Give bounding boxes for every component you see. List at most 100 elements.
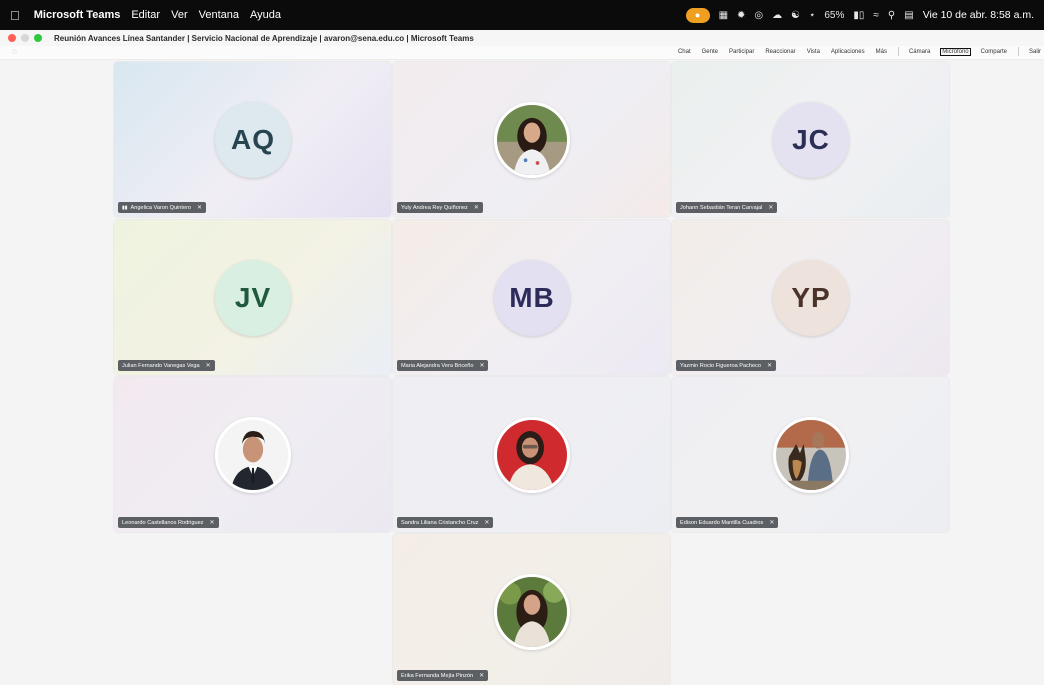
toolbar-divider — [1017, 47, 1019, 56]
man-with-dog-photo — [776, 420, 846, 490]
bluetooth-icon[interactable]: ⋆ — [809, 10, 815, 21]
participant-tile[interactable]: AQ ▮▮ Angelica Varon Quintero ✕ — [114, 62, 391, 217]
menu-ver[interactable]: Ver — [171, 9, 188, 21]
mic-off-icon: ✕ — [479, 673, 485, 679]
mic-off-icon: ✕ — [768, 205, 774, 211]
participant-name: Johann Sebastián Teran Carvajal — [680, 204, 763, 211]
airdrop-icon[interactable]: ☯ — [791, 10, 800, 21]
view-button[interactable]: Vista — [806, 48, 821, 56]
participant-name-tag: Yuly Andrea Rey Quiñonez ✕ — [397, 202, 483, 213]
mic-off-icon: ✕ — [473, 205, 479, 211]
status-area: ● ▦ ✹ ◎ ☁ ☯ ⋆ 65% ▮▯ ≈ ⚲ ▤ Vie 10 de abr… — [685, 7, 1034, 23]
participant-tile[interactable]: YP Yazmin Rocio Figueroa Pacheco ✕ — [672, 220, 949, 375]
mic-off-icon: ✕ — [209, 520, 215, 526]
microphone-in-use-icon[interactable]: ● — [685, 7, 710, 23]
leave-button[interactable]: Salir — [1028, 48, 1042, 56]
participant-tile[interactable]: Yuly Andrea Rey Quiñonez ✕ — [393, 62, 670, 217]
macos-menubar:  Microsoft Teams Editar Ver Ventana Ayu… — [0, 0, 1044, 30]
participant-name: Maria Alejandra Vera Briceño — [401, 362, 474, 369]
participant-name: Julian Fernando Vanegas Vega — [122, 362, 200, 369]
mic-off-icon: ✕ — [769, 520, 775, 526]
cloud-icon[interactable]: ☁ — [772, 10, 782, 21]
window-title: Reunión Avances Línea Santander | Servic… — [54, 33, 474, 43]
camera-button[interactable]: Cámara — [908, 48, 931, 56]
participant-name-tag: Yazmin Rocio Figueroa Pacheco ✕ — [676, 360, 777, 371]
window-controls — [8, 34, 42, 42]
participant-name: Edison Eduardo Mantilla Cuadros — [680, 519, 764, 526]
participant-name-tag: Julian Fernando Vanegas Vega ✕ — [118, 360, 215, 371]
apps-button[interactable]: Aplicaciones — [830, 48, 866, 56]
mic-off-icon: ✕ — [205, 363, 211, 369]
participant-name: Yazmin Rocio Figueroa Pacheco — [680, 362, 762, 369]
participant-tile[interactable]: Leonardo Castellanos Rodriguez ✕ — [114, 377, 391, 532]
brightness-icon[interactable]: ✹ — [737, 10, 745, 21]
participant-name-tag: Leonardo Castellanos Rodriguez ✕ — [118, 517, 219, 528]
more-button[interactable]: Más — [875, 48, 888, 56]
participant-name-tag: Erika Fernanda Mejía Pinzón ✕ — [397, 670, 489, 681]
profile-photo — [494, 102, 570, 178]
battery-icon[interactable]: ▮▯ — [853, 10, 864, 21]
mic-off-icon: ✕ — [767, 363, 773, 369]
initials-avatar: YP — [773, 260, 849, 336]
mic-off-icon: ✕ — [484, 520, 490, 526]
woman-outdoors-photo — [497, 577, 567, 647]
window-titlebar: Reunión Avances Línea Santander | Servic… — [0, 30, 1044, 46]
participant-name-tag: Edison Eduardo Mantilla Cuadros ✕ — [676, 517, 779, 528]
menu-editar[interactable]: Editar — [131, 9, 160, 21]
mic-off-icon: ✕ — [479, 363, 485, 369]
profile-photo — [215, 417, 291, 493]
participant-name-tag: Maria Alejandra Vera Briceño ✕ — [397, 360, 489, 371]
menu-app-name[interactable]: Microsoft Teams — [34, 9, 121, 21]
meeting-toolbar: ◌ Chat Gente Participar Reaccionar Vista… — [0, 46, 1044, 60]
share-button[interactable]: Comparte — [980, 48, 1008, 56]
participant-name: Leonardo Castellanos Rodriguez — [122, 519, 204, 526]
chat-button[interactable]: Chat — [677, 48, 692, 56]
participant-tile[interactable]: Erika Fernanda Mejía Pinzón ✕ — [393, 534, 670, 685]
menu-ventana[interactable]: Ventana — [199, 9, 239, 21]
initials-avatar: JC — [773, 102, 849, 178]
initials-avatar: AQ — [215, 102, 291, 178]
initials-avatar: JV — [215, 260, 291, 336]
search-icon[interactable]: ⚲ — [888, 10, 895, 21]
profile-photo — [494, 574, 570, 650]
meeting-controls: Chat Gente Participar Reaccionar Vista A… — [668, 47, 1042, 56]
control-center-icon[interactable]: ▤ — [904, 10, 913, 21]
menubar-clock[interactable]: Vie 10 de abr. 8:58 a.m. — [923, 9, 1034, 21]
participant-name: Sandra Liliana Cristancho Cruz — [401, 519, 479, 526]
minimize-window-button[interactable] — [21, 34, 29, 42]
woman-red-background-photo — [497, 420, 567, 490]
screen-record-icon[interactable]: ◎ — [754, 10, 763, 21]
zoom-window-button[interactable] — [34, 34, 42, 42]
meeting-timer-icon: ◌ — [12, 47, 17, 56]
participant-name-tag: Johann Sebastián Teran Carvajal ✕ — [676, 202, 778, 213]
participant-name: Angelica Varon Quintero — [130, 204, 192, 211]
participant-tile[interactable]: MB Maria Alejandra Vera Briceño ✕ — [393, 220, 670, 375]
audio-bars-icon: ▮▮ — [122, 204, 128, 211]
battery-percent: 65% — [824, 9, 845, 21]
participant-name-tag: ▮▮ Angelica Varon Quintero ✕ — [118, 202, 207, 213]
woman-dark-hair-photo — [497, 105, 567, 175]
microphone-button[interactable]: Micrófono — [940, 47, 971, 56]
participant-tile[interactable]: JV Julian Fernando Vanegas Vega ✕ — [114, 220, 391, 375]
teams-icon[interactable]: ▦ — [719, 10, 728, 21]
people-button[interactable]: Gente — [701, 48, 719, 56]
close-window-button[interactable] — [8, 34, 16, 42]
participant-tile[interactable]: Edison Eduardo Mantilla Cuadros ✕ — [672, 377, 949, 532]
participant-name: Yuly Andrea Rey Quiñonez — [401, 204, 468, 211]
toolbar-divider — [897, 47, 899, 56]
mic-off-icon: ✕ — [197, 205, 203, 211]
profile-photo — [773, 417, 849, 493]
participant-name: Erika Fernanda Mejía Pinzón — [401, 672, 474, 679]
participate-button[interactable]: Participar — [728, 48, 755, 56]
participant-name-tag: Sandra Liliana Cristancho Cruz ✕ — [397, 517, 494, 528]
apple-icon[interactable]:  — [10, 8, 20, 23]
initials-avatar: MB — [494, 260, 570, 336]
man-suit-photo — [218, 420, 288, 490]
menu-ayuda[interactable]: Ayuda — [250, 9, 281, 21]
react-button[interactable]: Reaccionar — [764, 48, 796, 56]
participant-tile[interactable]: Sandra Liliana Cristancho Cruz ✕ — [393, 377, 670, 532]
participant-tile[interactable]: JC Johann Sebastián Teran Carvajal ✕ — [672, 62, 949, 217]
profile-photo — [494, 417, 570, 493]
wifi-icon[interactable]: ≈ — [873, 10, 879, 21]
video-gallery: AQ ▮▮ Angelica Varon Quintero ✕ Yuly And… — [0, 60, 1044, 685]
